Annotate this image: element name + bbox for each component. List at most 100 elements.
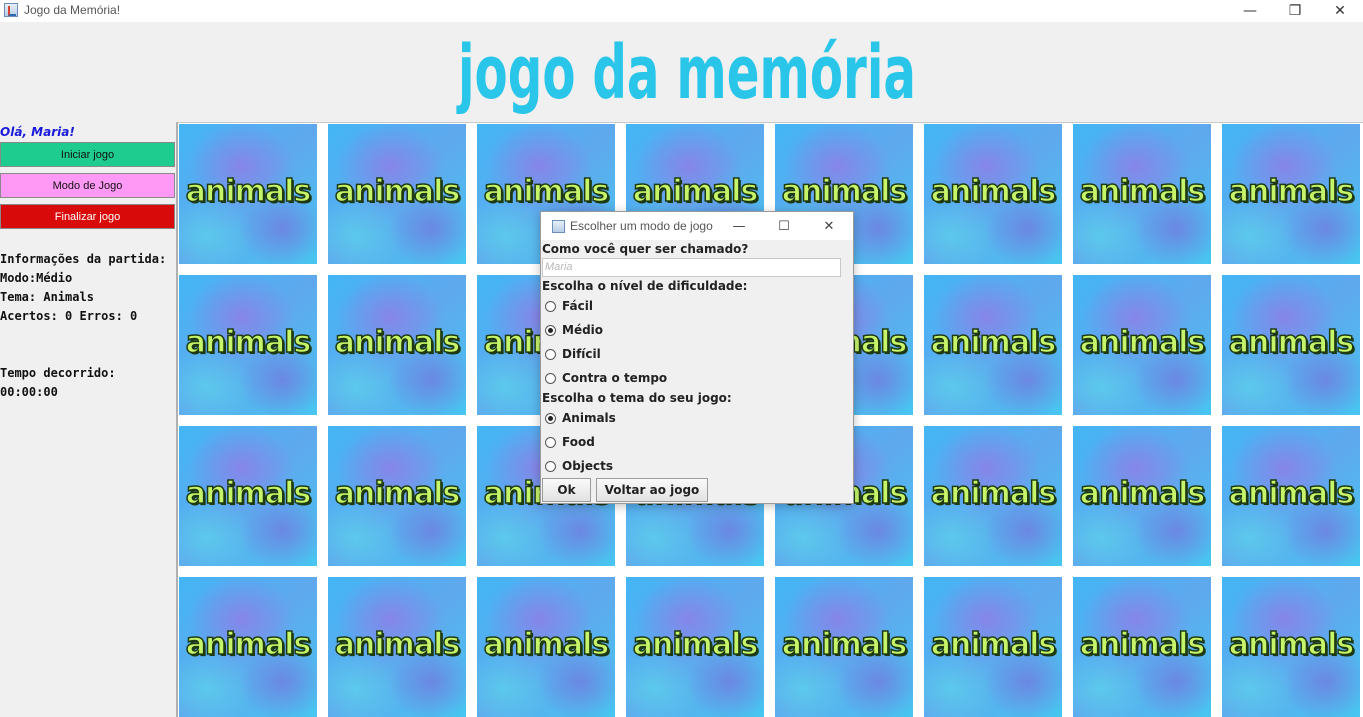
page-header: jogo da memória: [0, 22, 1363, 122]
card-label: animals: [483, 626, 610, 663]
java-app-icon: [552, 220, 565, 233]
memory-card[interactable]: animals: [179, 275, 317, 415]
dialog-title: Escolher um modo de jogo: [570, 219, 713, 233]
theme-option-animals[interactable]: Animals: [545, 409, 616, 427]
card-label: animals: [483, 173, 610, 210]
name-field[interactable]: Maria: [542, 258, 841, 277]
card-label: animals: [334, 626, 461, 663]
difficulty-option-facil[interactable]: Fácil: [545, 297, 593, 315]
card-label: animals: [185, 324, 312, 361]
close-icon[interactable]: ✕: [1317, 0, 1363, 22]
finish-game-button[interactable]: Finalizar jogo: [0, 204, 175, 229]
match-info-heading: Informações da partida:: [0, 252, 167, 266]
card-label: animals: [930, 324, 1057, 361]
radio-label: Animals: [562, 411, 616, 425]
card-label: animals: [185, 475, 312, 512]
difficulty-option-medio[interactable]: Médio: [545, 321, 603, 339]
memory-card[interactable]: animals: [1222, 124, 1360, 264]
radio-icon[interactable]: [545, 372, 556, 384]
memory-card[interactable]: animals: [924, 275, 1062, 415]
difficulty-question: Escolha o nível de dificuldade:: [542, 279, 748, 293]
memory-card[interactable]: animals: [1222, 577, 1360, 717]
radio-icon[interactable]: [545, 436, 556, 448]
card-label: animals: [632, 173, 759, 210]
card-label: animals: [185, 626, 312, 663]
radio-label: Food: [562, 435, 595, 449]
card-label: animals: [1079, 626, 1206, 663]
game-logo: jogo da memória: [456, 30, 916, 116]
elapsed-time-value: 00:00:00: [0, 385, 58, 399]
card-label: animals: [930, 173, 1057, 210]
memory-card[interactable]: animals: [328, 124, 466, 264]
maximize-icon[interactable]: ☐: [769, 216, 799, 236]
radio-icon[interactable]: [545, 460, 556, 472]
back-to-game-button[interactable]: Voltar ao jogo: [596, 478, 708, 502]
memory-card[interactable]: animals: [179, 426, 317, 566]
memory-card[interactable]: animals: [1073, 577, 1211, 717]
card-label: animals: [1079, 324, 1206, 361]
match-theme: Tema: Animals: [0, 290, 94, 304]
ok-button[interactable]: Ok: [542, 478, 591, 502]
memory-card[interactable]: animals: [924, 577, 1062, 717]
radio-icon[interactable]: [545, 300, 556, 312]
memory-card[interactable]: animals: [1222, 426, 1360, 566]
maximize-icon[interactable]: ❐: [1272, 0, 1318, 22]
memory-card[interactable]: animals: [626, 577, 764, 717]
memory-card[interactable]: animals: [1073, 426, 1211, 566]
elapsed-time-label: Tempo decorrido:: [0, 366, 116, 380]
close-icon[interactable]: ✕: [814, 216, 844, 236]
radio-selected-icon[interactable]: [545, 324, 556, 336]
card-label: animals: [781, 173, 908, 210]
name-question: Como você quer ser chamado?: [542, 242, 749, 256]
memory-card[interactable]: animals: [328, 275, 466, 415]
greeting: Olá, Maria!: [0, 125, 75, 139]
memory-card[interactable]: animals: [477, 577, 615, 717]
radio-icon[interactable]: [545, 348, 556, 360]
radio-label: Difícil: [562, 347, 601, 361]
dialog-titlebar: Escolher um modo de jogo — ☐ ✕: [541, 212, 853, 240]
theme-option-objects[interactable]: Objects: [545, 457, 613, 475]
memory-card[interactable]: animals: [924, 124, 1062, 264]
radio-label: Fácil: [562, 299, 593, 313]
card-label: animals: [781, 626, 908, 663]
card-label: animals: [1228, 324, 1355, 361]
memory-card[interactable]: animals: [1073, 124, 1211, 264]
side-panel: Olá, Maria! Iniciar jogo Modo de Jogo Fi…: [0, 122, 176, 717]
difficulty-option-contra-o-tempo[interactable]: Contra o tempo: [545, 369, 667, 387]
minimize-icon[interactable]: —: [724, 216, 754, 236]
radio-label: Contra o tempo: [562, 371, 668, 385]
difficulty-option-dificil[interactable]: Difícil: [545, 345, 601, 363]
memory-card[interactable]: animals: [1222, 275, 1360, 415]
match-score: Acertos: 0 Erros: 0: [0, 309, 138, 323]
card-label: animals: [1228, 173, 1355, 210]
card-label: animals: [185, 173, 312, 210]
memory-card[interactable]: animals: [924, 426, 1062, 566]
game-mode-button[interactable]: Modo de Jogo: [0, 173, 175, 198]
memory-card[interactable]: animals: [328, 426, 466, 566]
radio-selected-icon[interactable]: [545, 412, 556, 424]
window-titlebar: Jogo da Memória! — ❐ ✕: [0, 0, 1363, 22]
card-label: animals: [334, 173, 461, 210]
memory-card[interactable]: animals: [775, 577, 913, 717]
card-label: animals: [930, 475, 1057, 512]
card-label: animals: [334, 475, 461, 512]
card-label: animals: [1228, 626, 1355, 663]
card-label: animals: [334, 324, 461, 361]
memory-card[interactable]: animals: [1073, 275, 1211, 415]
card-label: animals: [1079, 173, 1206, 210]
memory-card[interactable]: animals: [179, 124, 317, 264]
radio-label: Objects: [562, 459, 614, 473]
java-app-icon: [4, 3, 18, 17]
card-label: animals: [1228, 475, 1355, 512]
minimize-icon[interactable]: —: [1227, 0, 1273, 22]
start-game-button[interactable]: Iniciar jogo: [0, 142, 175, 167]
memory-card[interactable]: animals: [328, 577, 466, 717]
theme-question: Escolha o tema do seu jogo:: [542, 391, 732, 405]
radio-label: Médio: [562, 323, 604, 337]
memory-card[interactable]: animals: [179, 577, 317, 717]
theme-option-food[interactable]: Food: [545, 433, 595, 451]
game-mode-dialog: Escolher um modo de jogo — ☐ ✕ Como você…: [540, 211, 854, 504]
card-label: animals: [1079, 475, 1206, 512]
card-label: animals: [632, 626, 759, 663]
match-mode: Modo:Médio: [0, 271, 73, 285]
